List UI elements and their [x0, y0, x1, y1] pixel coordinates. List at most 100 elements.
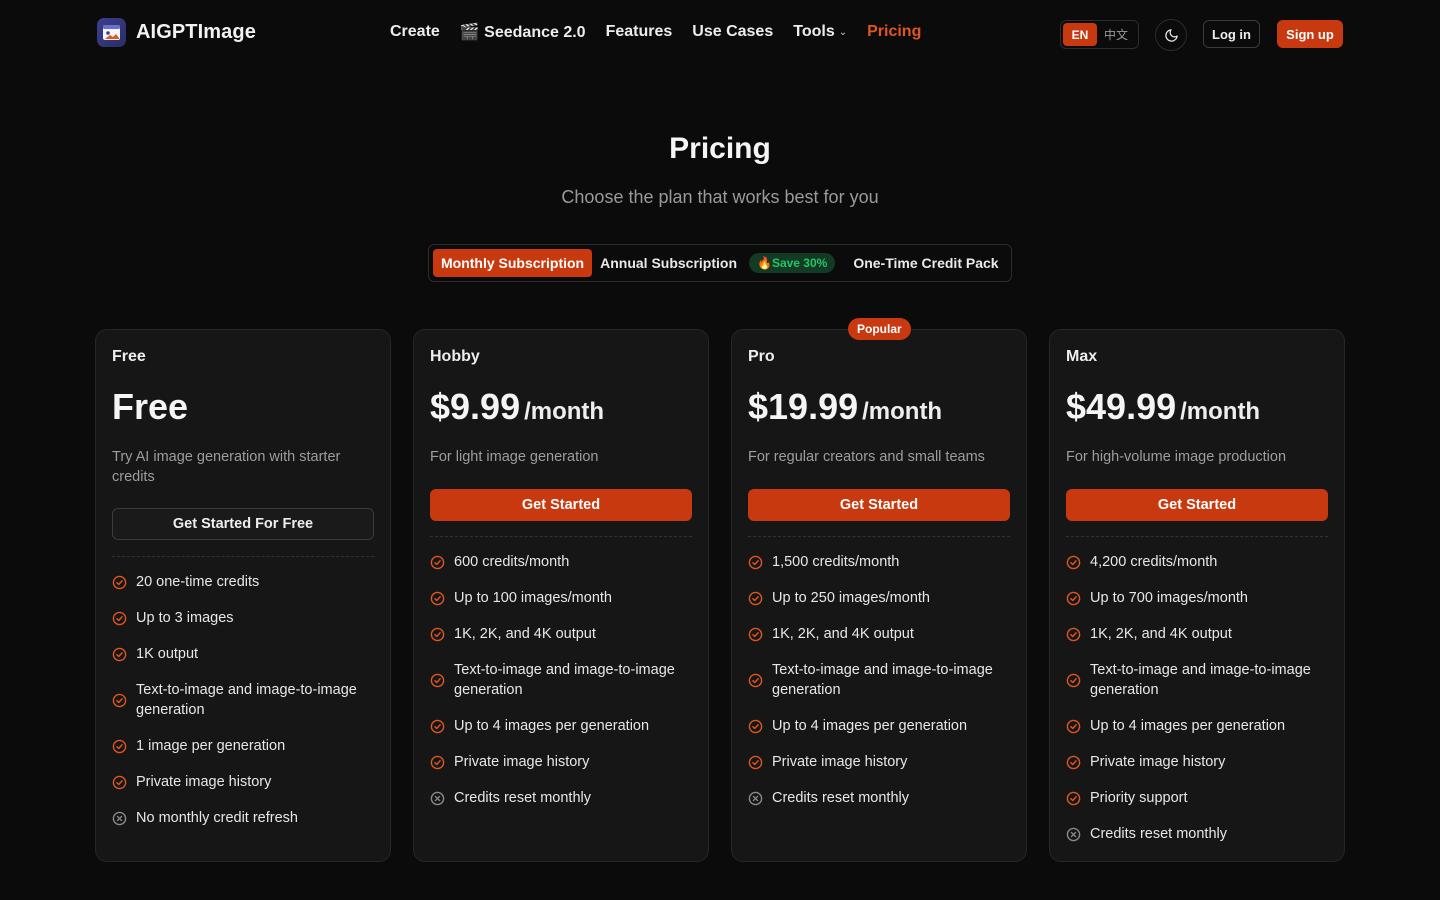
plan-description: For light image generation: [430, 449, 599, 465]
check-circle-icon: [112, 693, 127, 708]
check-circle-icon: [748, 555, 763, 570]
check-circle-icon: [748, 673, 763, 688]
feature-list: 20 one-time credits Up to 3 images 1K outp…: [112, 572, 374, 844]
feature-text: Up to 100 images/month: [454, 590, 612, 606]
check-circle-icon: [1066, 791, 1081, 806]
tab-monthly-subscription[interactable]: Monthly Subscription: [433, 249, 593, 277]
feature-text: 1K output: [136, 646, 199, 662]
feature-item: 1,500 credits/month: [748, 552, 1010, 572]
get-started-button[interactable]: Get Started: [748, 489, 1010, 521]
lang-en-button[interactable]: EN: [1063, 23, 1097, 46]
feature-text: Up to 4 images per generation: [1090, 718, 1286, 734]
billing-tabs: Monthly Subscription Annual Subscription…: [428, 244, 1012, 282]
feature-text: 20 one-time credits: [136, 574, 260, 590]
check-circle-icon: [1066, 591, 1081, 606]
check-circle-icon: [1066, 673, 1081, 688]
feature-text: Text-to-image and image-to-image generat…: [772, 662, 993, 698]
x-circle-icon: [1066, 827, 1081, 842]
price-amount: Free: [112, 386, 189, 427]
feature-item: Up to 100 images/month: [430, 588, 692, 608]
feature-item: Text-to-image and image-to-image generat…: [1066, 660, 1328, 700]
feature-item: Text-to-image and image-to-image generat…: [748, 660, 1010, 700]
feature-item: Private image history: [1066, 752, 1328, 772]
feature-item: Credits reset monthly: [748, 788, 1010, 808]
check-circle-icon: [430, 591, 445, 606]
card-divider: [748, 536, 1010, 537]
feature-text: 600 credits/month: [454, 554, 570, 570]
plan-card-pro: Popular Pro $19.99/month For regular creato…: [731, 318, 1027, 862]
x-circle-icon: [430, 791, 445, 806]
tab-annual-subscription[interactable]: Annual Subscription: [592, 249, 745, 277]
check-circle-icon: [1066, 719, 1081, 734]
chevron-down-icon: ⌄: [838, 26, 848, 38]
lang-zh-button[interactable]: 中文: [1097, 26, 1135, 43]
feature-text: Text-to-image and image-to-image generat…: [1090, 662, 1311, 698]
tab-one-time-credit-pack[interactable]: One-Time Credit Pack: [845, 249, 1006, 277]
feature-text: 1 image per generation: [136, 738, 286, 754]
feature-item: 600 credits/month: [430, 552, 692, 572]
price-period: /month: [524, 398, 605, 425]
card-divider: [430, 536, 692, 537]
price-period: /month: [862, 398, 943, 425]
get-started-button[interactable]: Get Started For Free: [112, 508, 374, 540]
feature-text: Up to 700 images/month: [1090, 590, 1248, 606]
check-circle-icon: [1066, 755, 1081, 770]
feature-item: Up to 700 images/month: [1066, 588, 1328, 608]
check-circle-icon: [112, 611, 127, 626]
feature-item: Private image history: [112, 772, 374, 792]
feature-item: Credits reset monthly: [430, 788, 692, 808]
feature-text: Up to 4 images per generation: [454, 718, 650, 734]
signup-button[interactable]: Sign up: [1277, 20, 1343, 48]
top-header: AIGPTImage Create 🎬 Seedance 2.0 Feature…: [0, 0, 1440, 68]
plan-name: Free: [112, 348, 146, 365]
price-period: /month: [1180, 398, 1261, 425]
check-circle-icon: [748, 591, 763, 606]
card-divider: [1066, 536, 1328, 537]
feature-text: Credits reset monthly: [1090, 826, 1227, 842]
feature-item: Up to 250 images/month: [748, 588, 1010, 608]
app-logo-icon: [97, 18, 126, 47]
feature-item: Up to 4 images per generation: [430, 716, 692, 736]
nav-pricing[interactable]: Pricing: [867, 23, 921, 41]
plan-description: Try AI image generation with starter cre…: [112, 449, 341, 485]
nav-seedance[interactable]: 🎬 Seedance 2.0: [460, 22, 586, 42]
feature-item: 1 image per generation: [112, 736, 374, 756]
plan-description: For high-volume image production: [1066, 449, 1287, 465]
nav-create[interactable]: Create: [390, 23, 440, 41]
feature-text: Private image history: [454, 754, 590, 770]
check-circle-icon: [430, 627, 445, 642]
check-circle-icon: [112, 647, 127, 662]
feature-text: Text-to-image and image-to-image generat…: [454, 662, 675, 698]
feature-item: Private image history: [430, 752, 692, 772]
price-amount: $9.99: [430, 386, 521, 427]
plan-card-max: Max $49.99/month For high-volume image pro…: [1049, 329, 1345, 862]
check-circle-icon: [430, 673, 445, 688]
plan-price: $19.99/month: [748, 386, 942, 428]
login-button[interactable]: Log in: [1203, 20, 1260, 48]
feature-item: Up to 3 images: [112, 608, 374, 628]
feature-list: 1,500 credits/month Up to 250 images/mont…: [748, 552, 1010, 824]
feature-text: 1K, 2K, and 4K output: [772, 626, 914, 642]
theme-toggle-button[interactable]: [1155, 19, 1187, 51]
check-circle-icon: [430, 719, 445, 734]
feature-text: Up to 250 images/month: [772, 590, 930, 606]
check-circle-icon: [748, 755, 763, 770]
moon-icon: [1164, 28, 1178, 42]
brand-logo-link[interactable]: AIGPTImage: [97, 18, 256, 47]
page-subtitle: Choose the plan that works best for you: [561, 187, 879, 207]
feature-item: Text-to-image and image-to-image generat…: [112, 680, 374, 720]
nav-features[interactable]: Features: [606, 23, 673, 41]
plan-card-hobby: Hobby $9.99/month For light image generati…: [413, 329, 709, 862]
feature-item: 4,200 credits/month: [1066, 552, 1328, 572]
feature-text: Private image history: [136, 774, 272, 790]
plan-name: Max: [1066, 348, 1098, 365]
feature-text: Private image history: [1090, 754, 1226, 770]
nav-tools[interactable]: Tools ⌄: [793, 23, 847, 41]
feature-item: Up to 4 images per generation: [1066, 716, 1328, 736]
check-circle-icon: [1066, 627, 1081, 642]
get-started-button[interactable]: Get Started: [1066, 489, 1328, 521]
get-started-button[interactable]: Get Started: [430, 489, 692, 521]
plan-name: Hobby: [430, 348, 480, 365]
feature-item: 1K output: [112, 644, 374, 664]
nav-use-cases[interactable]: Use Cases: [692, 23, 773, 41]
